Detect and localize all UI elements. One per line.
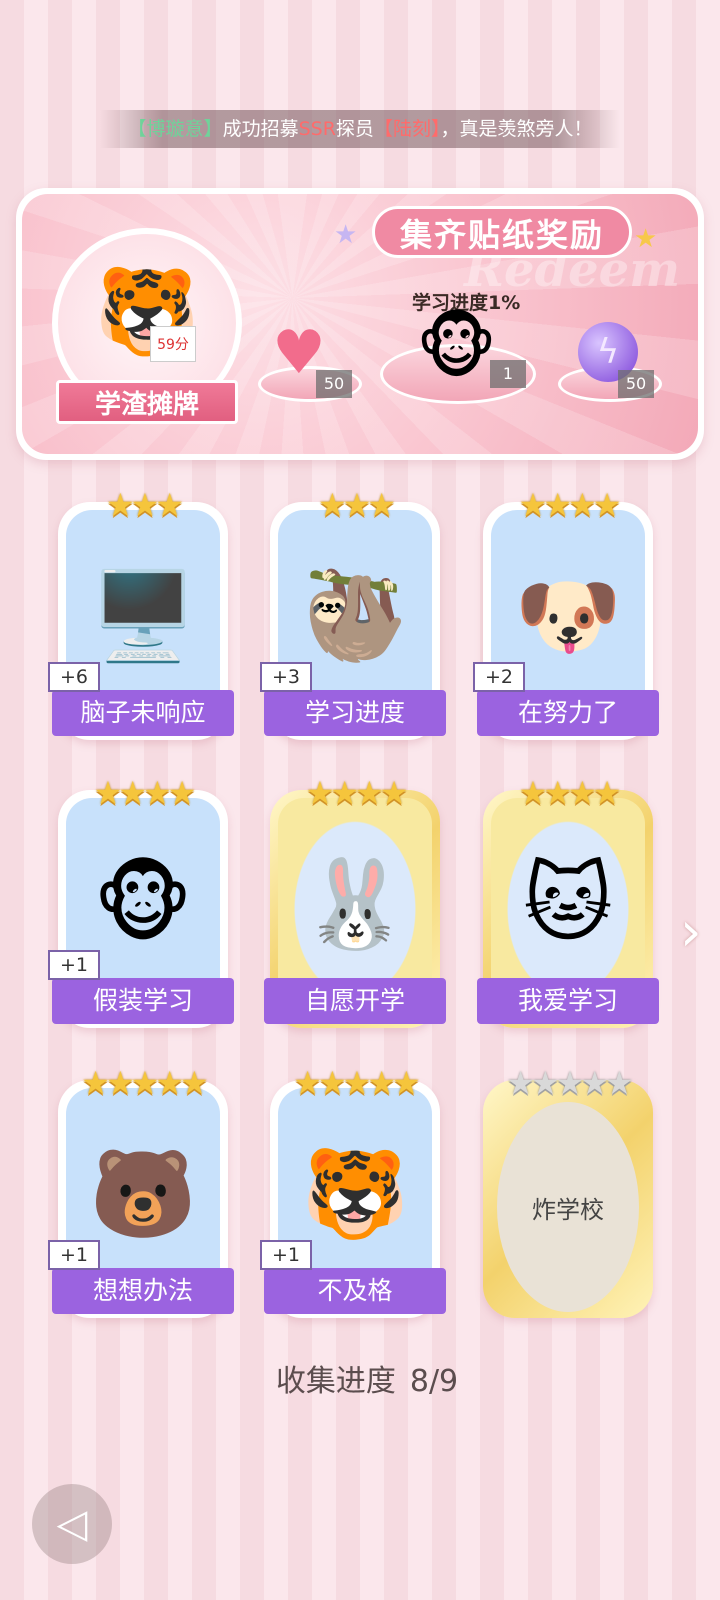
rarity-stars: ★★★ (105, 486, 184, 524)
rarity-stars: ★★★★★ (293, 1064, 420, 1102)
sticker-card[interactable]: ★★★★★ 🐻 想想办法 +1 (48, 1064, 234, 1318)
monkey-sticker-icon[interactable]: 🐵 (416, 306, 497, 388)
sticker-label: 在努力了 (477, 690, 659, 736)
card-frame: 🐰 自愿开学 (264, 790, 446, 1028)
card-frame: 🐶 在努力了 +2 (473, 502, 659, 740)
back-button[interactable]: ◁ (32, 1484, 112, 1564)
badge-title: 学渣摊牌 (56, 380, 238, 424)
star-icon: ★ (334, 220, 358, 250)
card-frame: 🐻 想想办法 +1 (48, 1080, 234, 1318)
rarity-stars: ★★★★ (93, 774, 197, 812)
rarity-stars: ★★★★ (305, 774, 409, 812)
sticker-label: 想想办法 (52, 1268, 234, 1314)
card-frame: 🐱 我爱学习 (477, 790, 659, 1028)
brain-not-responding-sticker-icon: 🖥️ (89, 566, 197, 667)
sticker-card[interactable]: ★★★ 🖥️ 脑子未响应 +6 (48, 486, 234, 740)
sticker-card[interactable]: ★★★★ 🐱 我爱学习 (477, 774, 659, 1028)
score-paper: 59分 (150, 326, 196, 362)
reward-title: 集齐贴纸奖励 (372, 206, 632, 258)
ticker-middle: 成功招募 (222, 118, 299, 140)
ticker-agent: 陆刻 (392, 118, 431, 140)
angel-cat-sticker-icon: 🐱 (523, 854, 613, 954)
reward-count: 50 (618, 370, 654, 398)
card-frame: 炸学校 (483, 1080, 653, 1318)
reward-count: 50 (316, 370, 352, 398)
broadcast-ticker: 【博璇意】成功招募SSR探员【陆刻】，真是羡煞旁人！ (100, 110, 620, 148)
ticker-bracket: 【 (127, 118, 147, 140)
sticker-card[interactable]: ★★★★★ 🐯 不及格 +1 (260, 1064, 446, 1318)
sticker-label: 学习进度 (264, 690, 446, 736)
card-frame: 🦥 学习进度 +3 (260, 502, 446, 740)
collection-progress: 收集进度 8/9 (0, 1356, 720, 1400)
collection-label: 收集进度 (275, 1364, 396, 1399)
sticker-label: 自愿开学 (264, 978, 446, 1024)
back-arrow-icon: ◁ (56, 1501, 88, 1547)
ticker-role: 探员 (335, 118, 374, 140)
bear-brain-sticker-icon: 🐻 (89, 1144, 197, 1245)
ticker-bracket: 【 (373, 118, 393, 140)
tiger-sticker-icon: 🐯 (301, 1144, 409, 1245)
ticker-end: ，真是羡煞旁人！ (440, 118, 593, 140)
card-frame: 🐵 假装学习 +1 (48, 790, 234, 1028)
sticker-label: 我爱学习 (477, 978, 659, 1024)
duplicate-count-badge: +2 (473, 662, 525, 692)
sticker-card[interactable]: ★★★★★ 炸学校 (483, 1064, 653, 1318)
sticker-label: 不及格 (264, 1268, 446, 1314)
card-frame: 🐯 不及格 +1 (260, 1080, 446, 1318)
next-page-arrow-icon[interactable]: › (680, 900, 702, 963)
sticker-card[interactable]: ★★★ 🦥 学习进度 +3 (260, 486, 446, 740)
ticker-player: 博璇意 (146, 118, 204, 140)
sticker-card[interactable]: ★★★★ 🐵 假装学习 +1 (48, 774, 234, 1028)
rabbit-sticker-icon: 🐰 (301, 854, 409, 955)
monkey-sticker-icon: 🐵 (93, 854, 193, 954)
star-icon: ★ (634, 224, 658, 254)
sticker-card[interactable]: ★★★★ 🐰 自愿开学 (264, 774, 446, 1028)
sticker-label: 假装学习 (52, 978, 234, 1024)
reward-banner: Redeem 🐯 59分 学渣摊牌 ★ 集齐贴纸奖励 ★ ♥ 50 学习进度1%… (16, 188, 704, 460)
ticker-bracket: 】 (203, 118, 223, 140)
rarity-stars: ★★★★★ (506, 1064, 633, 1102)
rarity-stars: ★★★★ (518, 486, 622, 524)
rarity-stars: ★★★★★ (81, 1064, 208, 1102)
duplicate-count-badge: +1 (48, 1240, 100, 1270)
duplicate-count-badge: +1 (260, 1240, 312, 1270)
duplicate-count-badge: +3 (260, 662, 312, 692)
reward-banner-inner: Redeem 🐯 59分 学渣摊牌 ★ 集齐贴纸奖励 ★ ♥ 50 学习进度1%… (22, 194, 698, 454)
sticker-label: 脑子未响应 (52, 690, 234, 736)
collection-value: 8/9 (409, 1364, 459, 1399)
locked-sticker-label: 炸学校 (497, 1102, 639, 1312)
duplicate-count-badge: +6 (48, 662, 100, 692)
ticker-rarity: SSR (298, 118, 336, 140)
card-frame: 🖥️ 脑子未响应 +6 (48, 502, 234, 740)
reward-count: 1 (490, 360, 526, 388)
duplicate-count-badge: +1 (48, 950, 100, 980)
rarity-stars: ★★★ (317, 486, 396, 524)
rarity-stars: ★★★★ (518, 774, 622, 812)
puppy-sticker-icon: 🐶 (514, 566, 622, 667)
sticker-card[interactable]: ★★★★ 🐶 在努力了 +2 (473, 486, 659, 740)
sloth-sticker-icon: 🦥 (301, 566, 409, 667)
